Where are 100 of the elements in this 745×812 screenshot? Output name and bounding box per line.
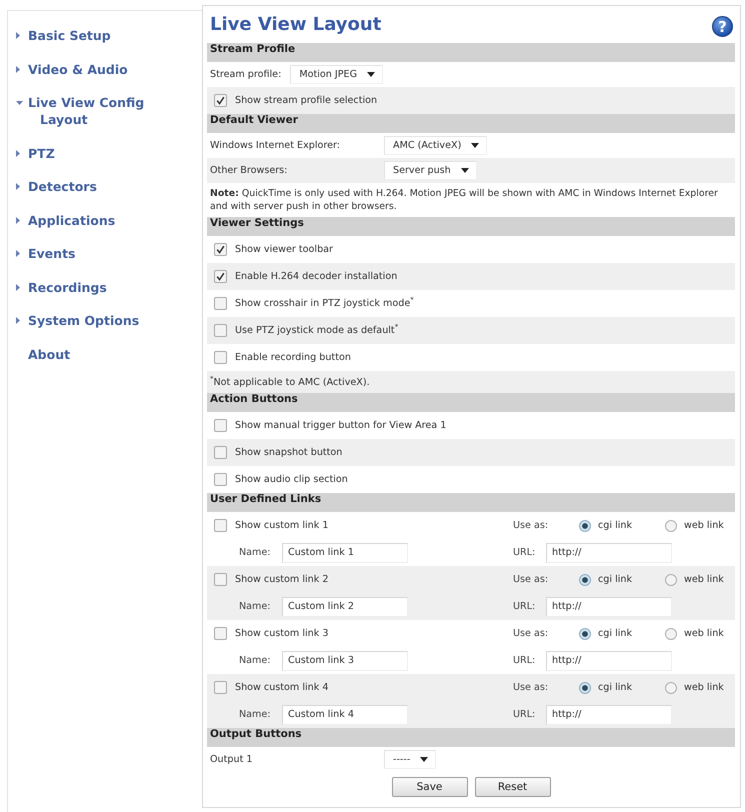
sidebar-item[interactable]: Video & Audio [28,60,128,78]
note-text: Note: QuickTime is only used with H.264. Motion JPEG will be shown with AMC in Windows Internet Explorer and with server push in other browsers. [210,187,719,213]
triangle-right-icon[interactable] [16,284,20,290]
triangle-down-icon[interactable] [16,100,23,104]
field-label: URL: [513,601,536,612]
radio-label[interactable]: web link [684,574,724,585]
text-field[interactable]: http:// [546,596,672,616]
radio-button[interactable] [665,682,677,694]
dropdown[interactable]: Motion JPEG [290,65,383,84]
radio-label[interactable]: cgi link [598,574,632,585]
text-field[interactable]: http:// [546,704,672,724]
checkbox-label[interactable]: Show audio clip section [235,474,348,485]
field-label: Name: [239,709,272,720]
caret-icon [471,143,480,148]
radio-label[interactable]: web link [684,682,724,693]
checkbox-label[interactable]: Show stream profile selection [235,95,378,106]
section-header: Default Viewer [207,114,735,133]
checkbox[interactable] [214,627,227,640]
section-header: Output Buttons [207,728,735,747]
checkbox-label[interactable]: Show viewer toolbar [235,244,334,255]
section-header: Viewer Settings [207,217,735,236]
radio-button[interactable] [579,628,591,640]
checkbox-label[interactable]: Show custom link 4 [235,682,328,693]
save-button[interactable]: Save [392,777,468,797]
checkbox[interactable] [214,94,227,107]
checkbox[interactable] [214,446,227,459]
text-field[interactable]: Custom link 4 [282,704,408,724]
triangle-right-icon[interactable] [16,317,20,324]
triangle-right-icon[interactable] [16,216,20,224]
checkbox-label[interactable]: Show crosshair in PTZ joystick mode$^{*}$ [235,298,414,309]
checkbox[interactable] [214,681,227,694]
checkbox[interactable] [214,419,227,432]
checkbox[interactable] [214,297,227,310]
checkbox[interactable] [214,270,227,283]
text-field[interactable]: Custom link 1 [282,542,408,562]
checkbox[interactable] [214,519,227,532]
checkbox-label[interactable]: Show custom link 1 [235,520,328,531]
sidebar-item[interactable]: Detectors [28,178,97,195]
triangle-right-icon[interactable] [16,32,20,39]
field-label: Name: [239,601,272,612]
field-label: URL: [513,709,536,720]
field-label: Windows Internet Explorer: [210,140,342,151]
checkbox-label[interactable]: Show custom link 2 [235,574,328,585]
checkbox-label[interactable]: Show snapshot button [235,447,342,458]
sidebar-item[interactable]: Events [28,245,76,262]
sidebar-item[interactable]: Recordings [28,278,107,296]
field-label: Other Browsers: [210,165,288,176]
field-label: Name: [239,655,272,666]
checkbox[interactable] [214,243,227,256]
dropdown[interactable]: AMC (ActiveX) [384,136,488,155]
sidebar-item[interactable]: System Options [28,312,140,329]
radio-button[interactable] [665,520,677,532]
triangle-right-icon[interactable] [16,183,20,190]
checkbox[interactable] [214,324,227,337]
radio-button[interactable] [579,682,591,694]
dropdown[interactable]: Server push [384,161,477,180]
field-label: Use as: [513,682,550,693]
reset-button[interactable]: Reset [474,777,550,797]
section-header: User Defined Links [207,493,735,512]
section-header: Stream Profile [207,43,735,62]
footnote-text: $^{*}$Not applicable to AMC (ActiveX). [210,376,370,388]
radio-button[interactable] [579,520,591,532]
sidebar-item[interactable]: Basic Setup [28,27,111,44]
radio-label[interactable]: web link [684,628,724,639]
caret-icon [420,757,428,762]
text-field[interactable]: Custom link 2 [282,596,408,616]
caret-icon [367,72,375,77]
page-title: Live View Layout [209,14,382,35]
text-field[interactable]: Custom link 3 [282,650,408,670]
radio-button[interactable] [579,574,591,586]
field-label: Use as: [513,520,550,531]
field-label: Use as: [513,574,550,585]
radio-label[interactable]: cgi link [598,628,632,639]
triangle-right-icon[interactable] [16,66,20,72]
sidebar-item[interactable]: Live View Config [28,94,144,111]
radio-label[interactable]: cgi link [598,520,632,531]
sidebar-item[interactable]: Applications [28,212,116,228]
field-label: Use as: [513,628,550,639]
checkbox-label[interactable]: Show custom link 3 [235,628,328,639]
checkbox-label[interactable]: Enable recording button [235,352,351,363]
checkbox-label[interactable]: Enable H.264 decoder installation [235,271,398,282]
section-header: Action Buttons [207,393,735,412]
sidebar-subitem[interactable]: Layout [40,111,88,128]
dropdown[interactable]: ----- [384,750,436,769]
radio-button[interactable] [665,574,677,586]
radio-button[interactable] [665,628,677,640]
text-field[interactable]: http:// [546,650,672,670]
triangle-right-icon[interactable] [16,150,20,156]
field-label: Stream profile: [210,69,282,80]
triangle-right-icon[interactable] [16,250,20,257]
radio-label[interactable]: web link [684,520,724,531]
sidebar-item[interactable]: PTZ [28,144,55,162]
checkbox[interactable] [214,351,227,364]
checkbox-label[interactable]: Show manual trigger button for View Area 1 [235,420,446,431]
radio-label[interactable]: cgi link [598,682,632,693]
checkbox-label[interactable]: Use PTZ joystick mode as default$^{*}$ [235,325,398,336]
text-field[interactable]: http:// [546,542,672,562]
sidebar-item[interactable]: About [28,346,70,362]
checkbox[interactable] [214,573,227,586]
checkbox[interactable] [214,473,227,486]
